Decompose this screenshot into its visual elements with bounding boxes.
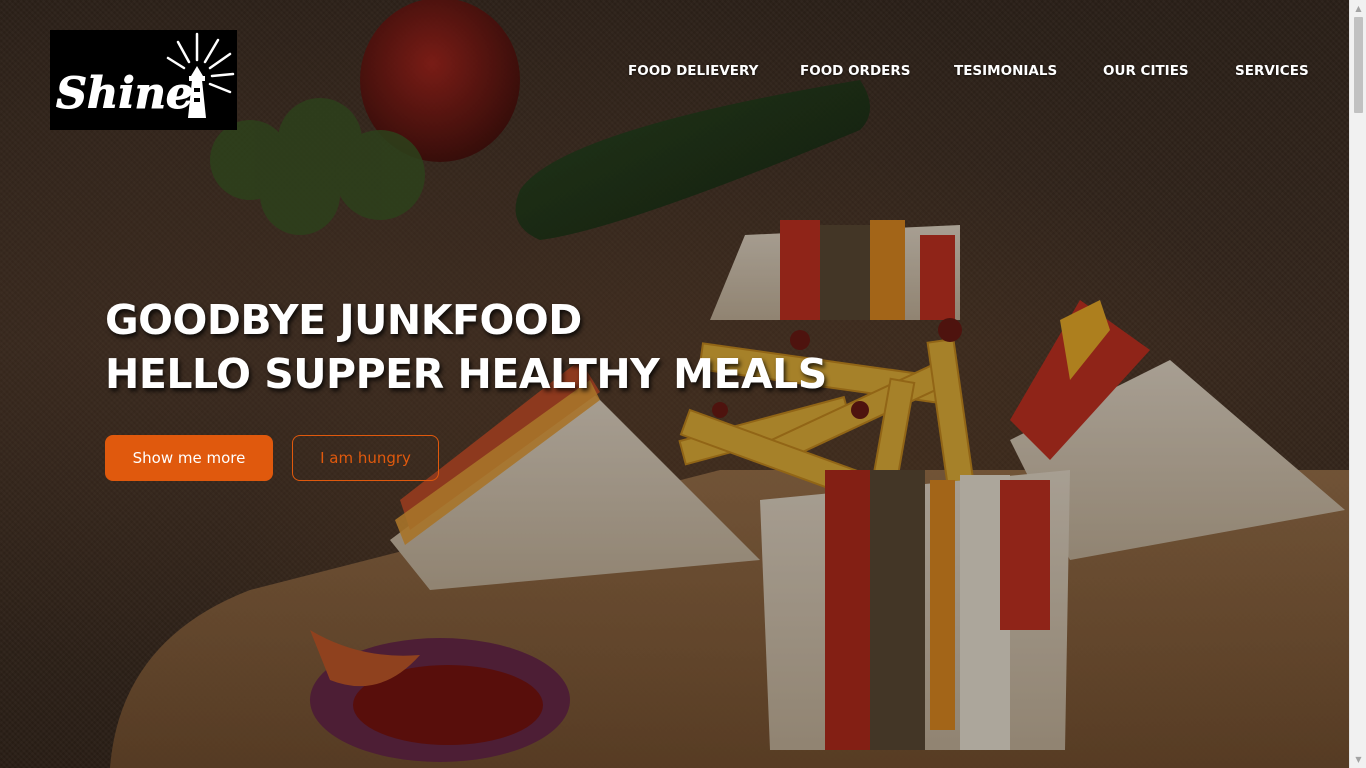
lighthouse-icon: Shine	[56, 32, 235, 120]
logo-text: Shine	[56, 69, 193, 119]
i-am-hungry-button[interactable]: I am hungry	[292, 435, 439, 481]
scroll-up-arrow-icon[interactable]: ▲	[1350, 0, 1366, 17]
headline-line-2: HELLO SUPPER HEALTHY MEALS	[105, 350, 827, 398]
headline-line-1: GOODBYE JUNKFOOD	[105, 296, 582, 344]
nav-services[interactable]: SERVICES	[1235, 63, 1309, 79]
site-logo[interactable]: Shine	[50, 30, 237, 130]
scrollbar-thumb[interactable]	[1354, 17, 1363, 113]
scroll-down-arrow-icon[interactable]: ▼	[1350, 751, 1366, 768]
nav-food-orders[interactable]: FOOD ORDERS	[800, 63, 911, 79]
nav-our-cities[interactable]: OUR CITIES	[1103, 63, 1189, 79]
nav-food-delievery[interactable]: FOOD DELIEVERY	[628, 63, 758, 79]
hero-section: Shine FOOD DELIEVERY FOOD ORDERS TESIMON…	[0, 0, 1349, 768]
nav-tesimonials[interactable]: TESIMONIALS	[954, 63, 1057, 79]
page-scrollbar[interactable]: ▲ ▼	[1349, 0, 1366, 768]
hero-headline: GOODBYE JUNKFOOD HELLO SUPPER HEALTHY ME…	[105, 293, 827, 401]
show-me-more-button[interactable]: Show me more	[105, 435, 273, 481]
